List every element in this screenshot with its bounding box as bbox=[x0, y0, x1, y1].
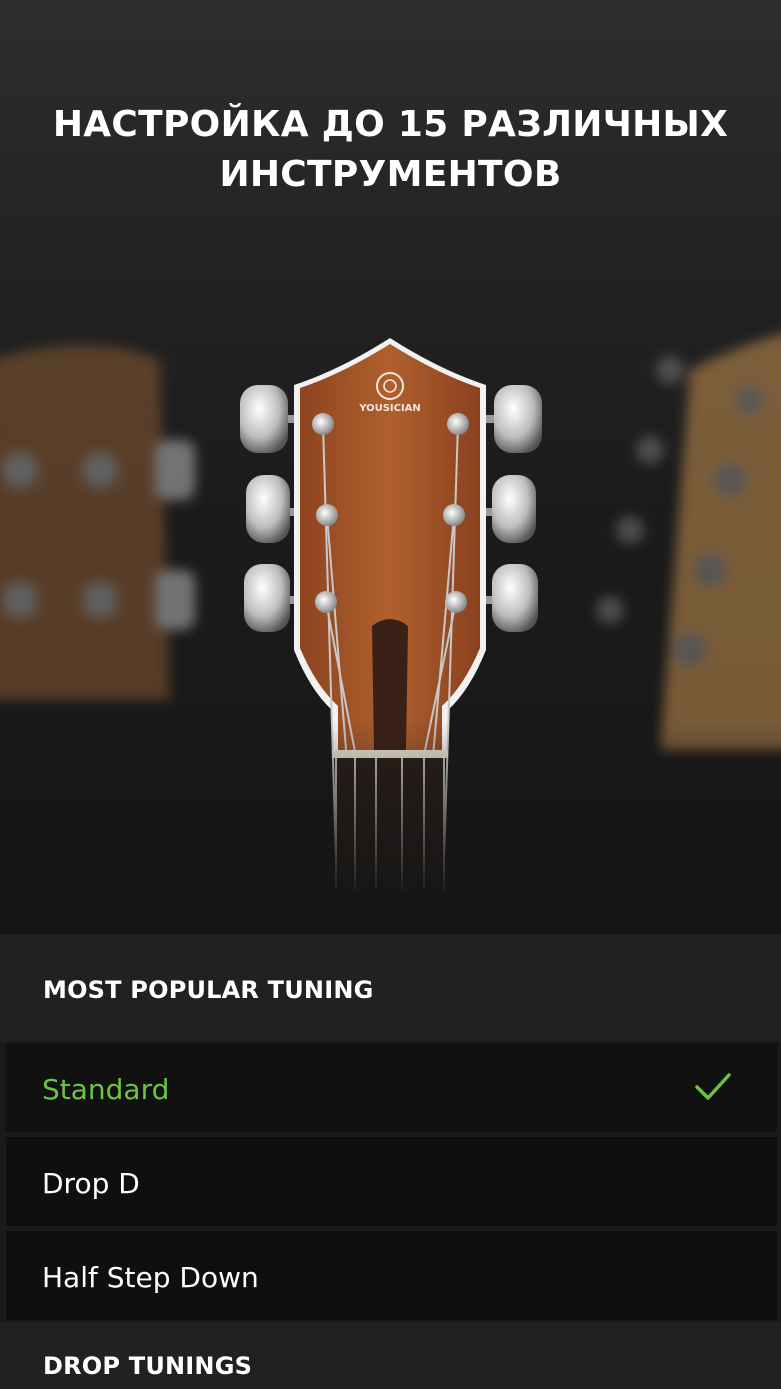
section-header-label: MOST POPULAR TUNING bbox=[43, 976, 374, 1004]
tuning-item-label: Drop D bbox=[42, 1167, 140, 1200]
section-header-most-popular: MOST POPULAR TUNING bbox=[0, 934, 781, 1042]
check-icon bbox=[695, 1073, 731, 1100]
hero-bottom-fade bbox=[0, 720, 781, 934]
tuning-item-label: Half Step Down bbox=[42, 1261, 259, 1294]
hero-title: НАСТРОЙКА ДО 15 РАЗЛИЧНЫХ ИНСТРУМЕНТОВ bbox=[0, 100, 781, 200]
tuning-item-drop-d[interactable]: Drop D bbox=[6, 1137, 777, 1226]
tuning-item-half-step-down[interactable]: Half Step Down bbox=[6, 1231, 777, 1320]
brand-logo-text: YOUSICIAN bbox=[358, 403, 421, 414]
hero-title-line-1: НАСТРОЙКА ДО 15 РАЗЛИЧНЫХ bbox=[52, 104, 729, 145]
tuning-item-label: Standard bbox=[42, 1073, 170, 1106]
tuning-item-standard[interactable]: Standard bbox=[6, 1043, 777, 1132]
blurred-guitar-left-image bbox=[0, 345, 195, 700]
hero-banner: НАСТРОЙКА ДО 15 РАЗЛИЧНЫХ ИНСТРУМЕНТОВ Y… bbox=[0, 0, 781, 934]
blurred-guitar-right-image bbox=[596, 334, 781, 750]
section-header-drop-tunings: DROP TUNINGS bbox=[0, 1322, 781, 1389]
section-header-label: DROP TUNINGS bbox=[43, 1352, 253, 1380]
hero-title-line-2: ИНСТРУМЕНТОВ bbox=[219, 154, 562, 195]
